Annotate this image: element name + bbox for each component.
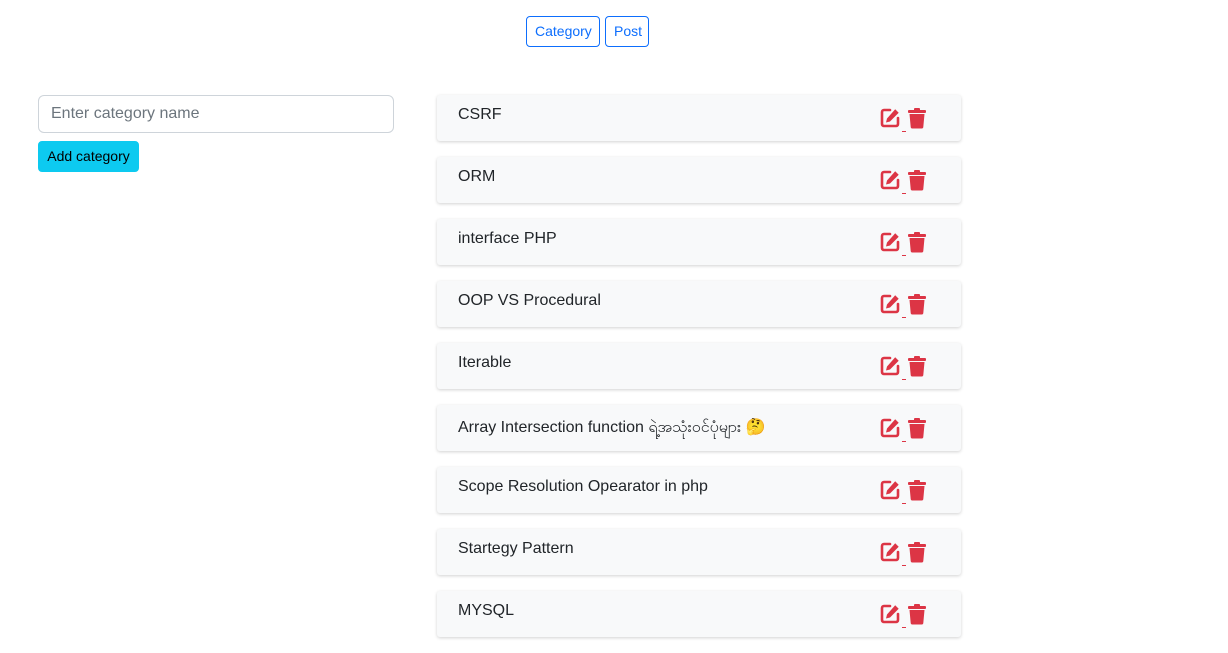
category-name: OOP VS Procedural [458,292,601,309]
list-item: Array Intersection function ရဲ့အသုံးဝင်ပ… [437,405,961,451]
trash-icon[interactable] [907,603,927,630]
top-nav: Category Post [526,16,649,47]
list-item: ORM [437,157,961,203]
trash-icon[interactable] [907,479,927,506]
category-name: ORM [458,168,496,185]
post-nav-button[interactable]: Post [605,16,649,47]
list-item: Startegy Pattern [437,529,961,575]
edit-icon[interactable] [879,169,901,196]
item-actions [879,417,927,444]
list-item: CSRF [437,95,961,141]
item-actions [879,479,927,506]
edit-icon[interactable] [879,603,901,630]
item-actions [879,107,927,134]
edit-icon[interactable] [879,479,901,506]
category-name: Array Intersection function ရဲ့အသုံးဝင်ပ… [458,419,766,436]
edit-icon[interactable] [879,231,901,258]
item-actions [879,169,927,196]
category-name: CSRF [458,106,502,123]
item-actions [879,603,927,630]
trash-icon[interactable] [907,107,927,134]
category-list: CSRF ORM interface PHP OOP VS Procedural… [437,95,961,653]
category-name: Startegy Pattern [458,540,574,557]
list-item: OOP VS Procedural [437,281,961,327]
list-item: interface PHP [437,219,961,265]
trash-icon[interactable] [907,355,927,382]
item-actions [879,231,927,258]
add-category-button[interactable]: Add category [38,141,139,172]
list-item: Iterable [437,343,961,389]
edit-icon[interactable] [879,541,901,568]
category-name: MYSQL [458,602,515,619]
trash-icon[interactable] [907,169,927,196]
item-actions [879,355,927,382]
list-item: Scope Resolution Opearator in php [437,467,961,513]
item-actions [879,293,927,320]
trash-icon[interactable] [907,417,927,444]
trash-icon[interactable] [907,293,927,320]
trash-icon[interactable] [907,231,927,258]
category-name-input[interactable] [38,95,394,133]
edit-icon[interactable] [879,293,901,320]
category-name: Scope Resolution Opearator in php [458,478,708,495]
edit-icon[interactable] [879,355,901,382]
category-name: interface PHP [458,230,557,247]
category-nav-button[interactable]: Category [526,16,600,47]
trash-icon[interactable] [907,541,927,568]
edit-icon[interactable] [879,417,901,444]
item-actions [879,541,927,568]
category-name: Iterable [458,354,512,371]
edit-icon[interactable] [879,107,901,134]
list-item: MYSQL [437,591,961,637]
